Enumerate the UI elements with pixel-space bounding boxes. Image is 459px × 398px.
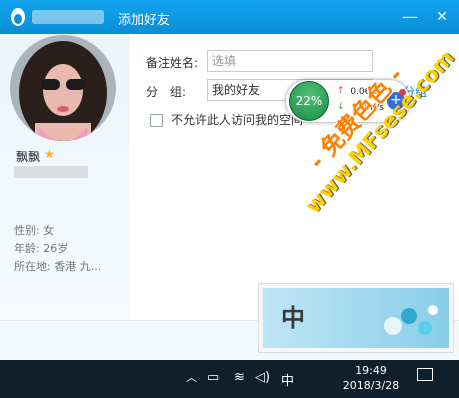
ime-indicator[interactable]: 中 xyxy=(281,370,294,389)
account-name-blurred xyxy=(32,10,104,24)
nickname: 飘飘 xyxy=(16,150,41,164)
wifi-icon[interactable]: ≋ xyxy=(234,370,245,385)
remark-label: 备注姓名: xyxy=(146,56,199,70)
ad-banner: 中 xyxy=(263,288,449,348)
close-button[interactable]: ✕ xyxy=(430,6,454,28)
ad-popup[interactable]: 中 xyxy=(258,283,454,353)
title-bar[interactable]: 添加好友 — ✕ xyxy=(0,0,459,34)
memory-usage-circle[interactable]: 22% xyxy=(289,81,329,121)
battery-icon[interactable]: ▭ xyxy=(207,370,219,385)
upload-arrow-icon: ↑ xyxy=(337,86,345,96)
account-id-blurred xyxy=(14,166,88,178)
qq-logo-icon xyxy=(11,8,25,26)
remark-input[interactable]: 选填 xyxy=(207,50,373,72)
system-clock[interactable]: 19:49 2018/3/28 xyxy=(340,363,402,393)
block-space-label: 不允许此人访问我的空间 xyxy=(171,113,304,127)
group-label: 分 组: xyxy=(146,85,187,99)
profile-age: 年龄: 26岁 xyxy=(14,242,69,255)
star-icon: ★ xyxy=(44,147,55,161)
window-title: 添加好友 xyxy=(118,13,171,28)
volume-icon[interactable]: ◁) xyxy=(255,370,270,385)
avatar xyxy=(10,35,116,141)
minimize-button[interactable]: — xyxy=(398,6,422,28)
profile-location: 所在地: 香港 九... xyxy=(14,260,102,273)
profile-gender: 性别: 女 xyxy=(14,224,55,237)
close-icon: ✕ xyxy=(436,9,448,25)
clock-date: 2018/3/28 xyxy=(342,379,400,392)
clock-time: 19:49 xyxy=(355,364,387,377)
minimize-icon: — xyxy=(402,7,418,26)
chevron-up-icon[interactable]: ︿ xyxy=(186,369,197,385)
block-space-checkbox[interactable] xyxy=(150,114,163,127)
notification-icon[interactable] xyxy=(417,368,433,381)
ad-decoration xyxy=(384,305,438,335)
ad-char: 中 xyxy=(281,304,305,332)
add-friend-window: 添加好友 — ✕ 飘飘 ★ 性别: 女 年龄: 26岁 所在地: 香港 九...… xyxy=(0,0,459,361)
